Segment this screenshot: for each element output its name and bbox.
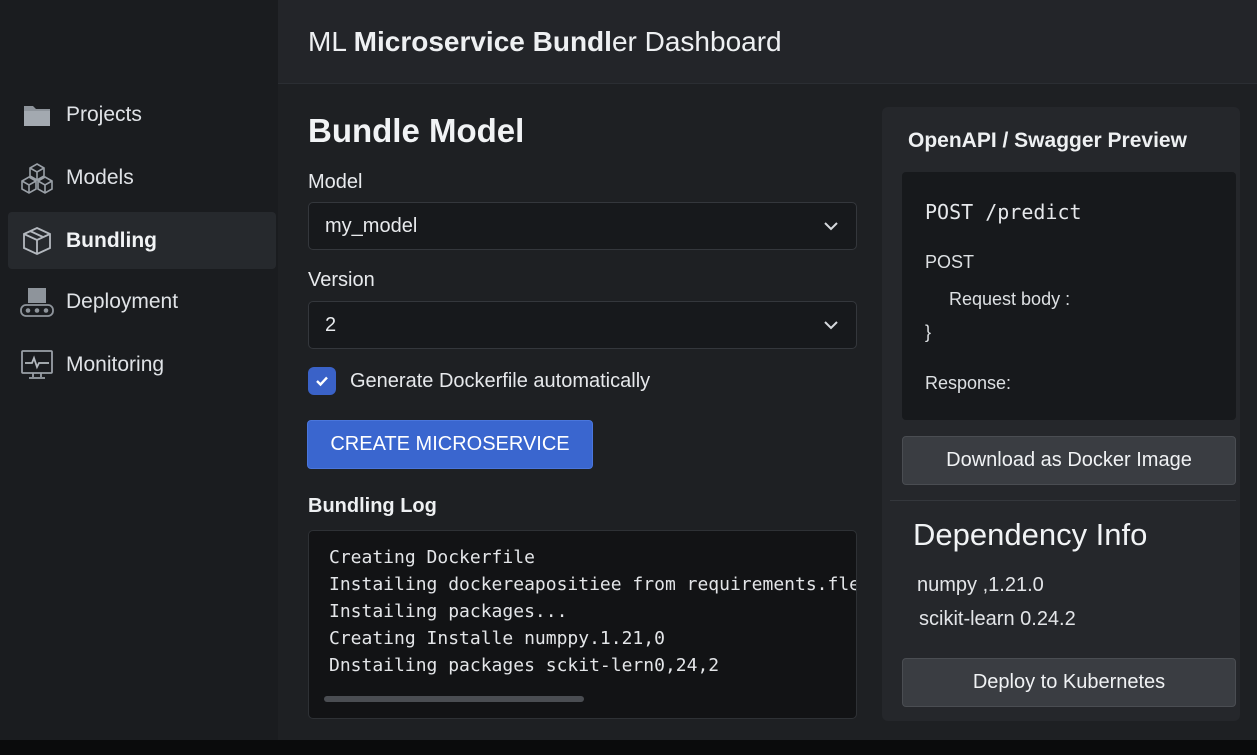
dockerfile-checkbox[interactable] [308, 367, 336, 395]
folder-icon [20, 98, 54, 132]
sidebar-item-projects[interactable]: Projects [8, 86, 276, 143]
sidebar: Projects Models Bundling Deployment Moni… [0, 0, 278, 740]
sidebar-item-label: Deployment [66, 289, 179, 313]
bundling-log-title: Bundling Log [308, 495, 437, 517]
log-line: Creating Dockerfile [329, 547, 535, 568]
log-line: Instailing packages... [329, 601, 568, 622]
swagger-title: OpenAPI / Swagger Preview [908, 129, 1187, 152]
deploy-kubernetes-button[interactable]: Deploy to Kubernetes [902, 658, 1236, 707]
swagger-response: Response: [925, 373, 1012, 393]
swagger-brace: } [925, 322, 932, 342]
monitor-icon [20, 348, 54, 382]
log-scrollbar[interactable] [324, 696, 584, 702]
main-content: Bundle Model Model my_model Version 2 Ge… [278, 84, 1257, 740]
dependency-item: numpy ,1.21.0 [917, 574, 1044, 596]
dockerfile-checkbox-label: Generate Dockerfile automatically [350, 369, 651, 392]
log-line: Creating Installe numppy.1.21,0 [329, 628, 665, 649]
log-line: Instailing dockereapositiee from require… [329, 574, 857, 595]
page-header-title: ML Microservice Bundler Dashboard [308, 26, 782, 57]
model-select[interactable]: my_model [308, 202, 857, 250]
model-select-value: my_model [325, 214, 418, 237]
check-icon [316, 376, 328, 387]
sidebar-item-monitoring[interactable]: Monitoring [8, 336, 276, 393]
chevron-down-icon [824, 222, 838, 231]
bottom-bar [0, 740, 1257, 755]
swagger-preview: POST /predict POST Request body : } Resp… [902, 172, 1236, 420]
sidebar-item-label: Bundling [66, 228, 157, 252]
swagger-request-body: Request body : [949, 289, 1071, 309]
package-icon [20, 224, 54, 258]
divider [890, 500, 1236, 501]
sidebar-item-label: Models [66, 165, 134, 189]
sidebar-item-deployment[interactable]: Deployment [8, 273, 276, 330]
dockerfile-checkbox-row: Generate Dockerfile automatically [308, 367, 650, 395]
cubes-icon [20, 161, 54, 195]
version-label: Version [308, 269, 375, 291]
page-title: Bundle Model [308, 112, 525, 149]
sidebar-item-bundling[interactable]: Bundling [8, 212, 276, 269]
download-docker-image-button[interactable]: Download as Docker Image [902, 436, 1236, 485]
chevron-down-icon [824, 321, 838, 330]
app-header: ML Microservice Bundler Dashboard [278, 0, 1257, 84]
swagger-panel: OpenAPI / Swagger Preview POST /predict … [882, 107, 1240, 721]
swagger-endpoint: POST /predict [925, 200, 1082, 224]
sidebar-item-models[interactable]: Models [8, 149, 276, 206]
create-microservice-button[interactable]: CREATE MICROSERVICE [307, 420, 593, 469]
dependency-info-title: Dependency Info [913, 517, 1148, 552]
conveyor-icon [20, 285, 54, 319]
version-select-value: 2 [325, 313, 337, 336]
model-label: Model [308, 171, 363, 193]
swagger-method: POST [925, 252, 975, 272]
bundling-log: Creating Dockerfile Instailing dockereap… [308, 530, 857, 719]
version-select[interactable]: 2 [308, 301, 857, 349]
dependency-item: scikit-learn 0.24.2 [919, 608, 1076, 630]
sidebar-item-label: Projects [66, 102, 142, 126]
sidebar-item-label: Monitoring [66, 352, 165, 376]
log-line: Dnstailing packages sckit-lern0,24,2 [329, 655, 720, 676]
